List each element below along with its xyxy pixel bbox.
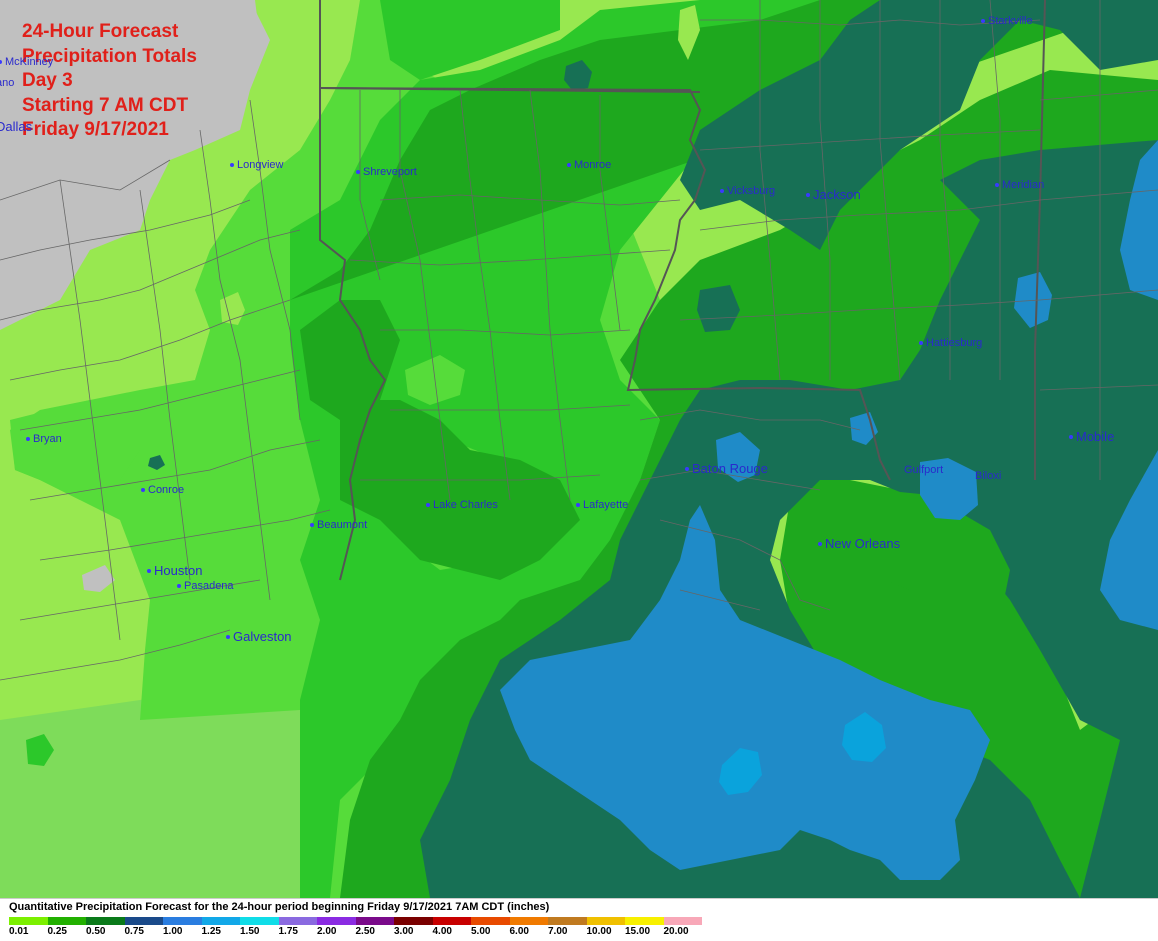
city-dot-icon <box>567 163 571 167</box>
legend-swatch <box>86 917 125 925</box>
legend-swatch <box>355 917 394 925</box>
legend-label: 0.50 <box>86 926 106 937</box>
city-dallas: Dallas <box>0 119 33 134</box>
city-dot-icon <box>141 488 145 492</box>
legend-swatch <box>394 917 433 925</box>
city-dot-icon <box>226 634 230 639</box>
city-beaumont: Beaumont <box>310 519 367 531</box>
city-starkville: Starkville <box>981 15 1033 27</box>
legend-label: 1.50 <box>240 926 260 937</box>
legend-swatch <box>317 917 356 925</box>
city-dot-icon <box>818 541 822 546</box>
legend-title: Quantitative Precipitation Forecast for … <box>9 901 550 913</box>
city-vicksburg: Vicksburg <box>720 185 775 197</box>
title-line-1: 24-Hour Forecast <box>22 21 179 42</box>
legend-swatch <box>278 917 317 925</box>
city-dot-icon <box>230 163 234 167</box>
map-title: 24-Hour Forecast Precipitation Totals Da… <box>22 20 197 143</box>
legend-swatch <box>47 917 86 925</box>
legend-label: 10.00 <box>586 926 612 937</box>
legend-swatches <box>9 917 702 925</box>
legend-label: 1.25 <box>201 926 221 937</box>
city-gulfport: Gulfport <box>904 464 944 476</box>
city-dot-icon <box>177 584 181 588</box>
city-pasadena: Pasadena <box>177 580 234 592</box>
legend-label: 0.25 <box>47 926 67 937</box>
city-houston: Houston <box>147 563 202 578</box>
city-dot-icon <box>981 19 985 23</box>
city-new-orleans: New Orleans <box>818 536 900 551</box>
title-line-4: Starting 7 AM CDT <box>22 94 189 116</box>
city-dot-icon <box>356 170 360 174</box>
legend-swatch <box>586 917 625 925</box>
legend-label: 5.00 <box>471 926 491 937</box>
legend-label: 15.00 <box>625 926 651 937</box>
legend-label: 1.75 <box>278 926 298 937</box>
city-mckinney: McKinney <box>0 56 53 68</box>
city-baton-rouge: Baton Rouge <box>685 461 768 476</box>
city-dot-icon <box>919 341 923 345</box>
city-dot-icon <box>576 503 580 507</box>
city-dot-icon <box>1069 434 1073 439</box>
legend-label: 1.00 <box>163 926 183 937</box>
legend-swatch <box>9 917 48 925</box>
legend-swatch <box>240 917 279 925</box>
title-line-3: Day 3 <box>22 70 73 91</box>
legend-label: 2.00 <box>317 926 337 937</box>
city-dot-icon <box>995 183 999 187</box>
legend-label: 7.00 <box>548 926 568 937</box>
city-monroe: Monroe <box>567 159 611 171</box>
legend-swatch <box>163 917 202 925</box>
city-dot-icon <box>147 568 151 573</box>
legend-swatch <box>471 917 510 925</box>
legend-swatch <box>663 917 702 925</box>
city-dot-icon <box>26 437 30 441</box>
legend-swatch <box>432 917 471 925</box>
city-jackson: Jackson <box>806 187 861 202</box>
city-dot-icon <box>720 189 724 193</box>
city-lake-charles: Lake Charles <box>426 499 498 511</box>
city-dot-icon <box>806 192 810 197</box>
legend-swatch <box>509 917 548 925</box>
legend-label: 0.01 <box>9 926 29 937</box>
city-plano: ano <box>0 77 15 89</box>
legend-label: 0.75 <box>124 926 144 937</box>
city-dot-icon <box>426 503 430 507</box>
city-bryan: Bryan <box>26 433 62 445</box>
title-line-5: Friday 9/17/2021 <box>22 119 169 140</box>
legend-swatch <box>124 917 163 925</box>
legend-label: 20.00 <box>663 926 689 937</box>
legend-swatch <box>201 917 240 925</box>
legend-label: 6.00 <box>509 926 529 937</box>
legend: Quantitative Precipitation Forecast for … <box>0 898 1158 941</box>
legend-labels: 0.01 0.25 0.50 0.75 1.00 1.25 1.50 1.75 2.00 2.50… <box>9 926 702 937</box>
legend-swatch <box>548 917 587 925</box>
legend-label: 2.50 <box>355 926 375 937</box>
city-dot-icon <box>685 466 689 471</box>
city-conroe: Conroe <box>141 484 184 496</box>
city-hattiesburg: Hattiesburg <box>919 337 982 349</box>
city-biloxi: Biloxi <box>975 470 1002 482</box>
city-longview: Longview <box>230 159 283 171</box>
city-dot-icon <box>0 60 2 64</box>
city-dot-icon <box>310 523 314 527</box>
city-mobile: Mobile <box>1069 429 1114 444</box>
legend-label: 3.00 <box>394 926 414 937</box>
city-lafayette: Lafayette <box>576 499 628 511</box>
city-galveston: Galveston <box>226 629 292 644</box>
legend-label: 4.00 <box>432 926 452 937</box>
city-shreveport: Shreveport <box>356 166 417 178</box>
legend-swatch <box>625 917 664 925</box>
precipitation-map: 24-Hour Forecast Precipitation Totals Da… <box>0 0 1158 898</box>
city-meridian: Meridian <box>995 179 1044 191</box>
